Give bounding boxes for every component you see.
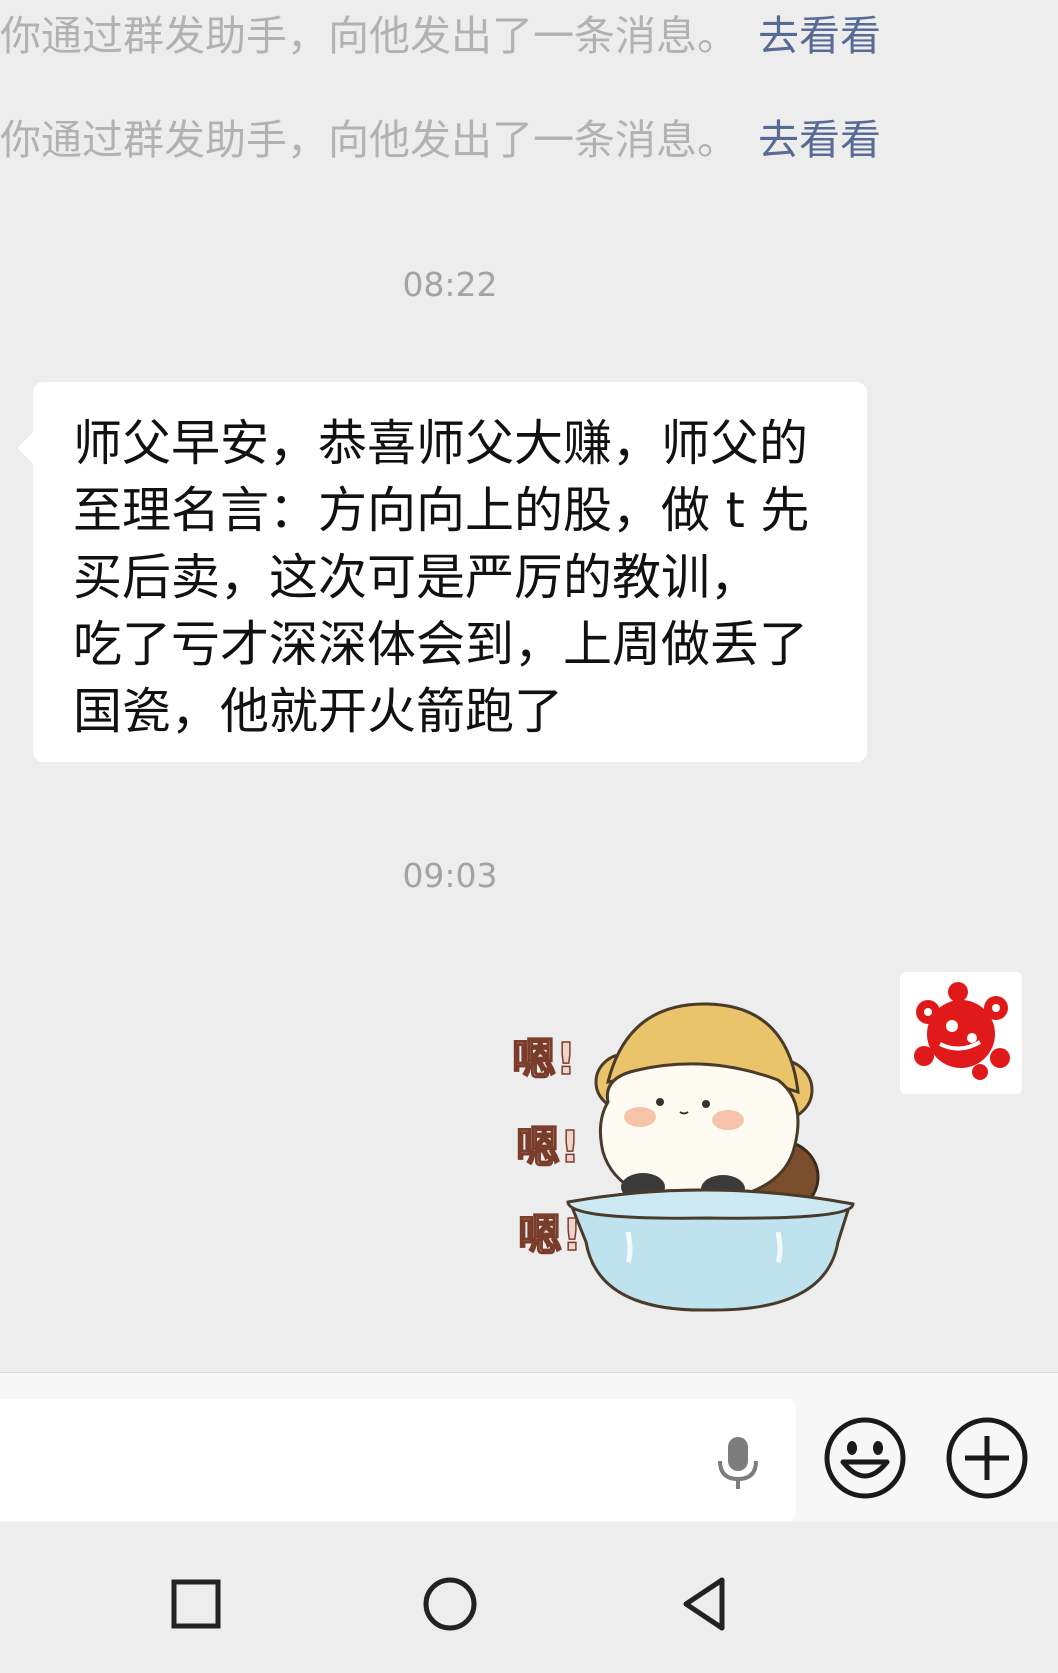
plus-icon[interactable]	[945, 1416, 1029, 1500]
message-line: 买后卖，这次可是严厉的教训，	[73, 549, 760, 606]
message-line: 至理名言：方向向上的股，做 t 先	[73, 482, 810, 539]
incoming-message-bubble[interactable]: 师父早安，恭喜师父大赚，师父的 至理名言：方向向上的股，做 t 先 买后卖，这次…	[17, 382, 867, 762]
message-input[interactable]	[0, 1399, 796, 1521]
bear-in-tub-sticker-icon: 嗯! 嗯! 嗯!	[511, 1002, 855, 1312]
message-line: 师父早安，恭喜师父大赚，师父的	[73, 415, 809, 472]
view-link[interactable]: 去看看	[758, 116, 881, 164]
input-bar	[0, 1372, 1058, 1523]
sticker-message[interactable]: 嗯! 嗯! 嗯!	[508, 992, 858, 1322]
message-timestamp: 08:22	[402, 265, 498, 304]
system-nav-bar	[0, 1522, 1058, 1673]
message-line: 吃了亏才深深体会到，上周做丢了	[73, 616, 809, 673]
sticker-text: 嗯!	[516, 1122, 580, 1173]
system-message: 你通过群发助手，向他发出了一条消息。 去看看	[0, 12, 881, 60]
home-circle-icon[interactable]	[420, 1574, 480, 1634]
mic-icon[interactable]	[710, 1433, 766, 1493]
system-message-text: 你通过群发助手，向他发出了一条消息。	[0, 12, 738, 60]
emoji-icon[interactable]	[823, 1416, 907, 1500]
system-message: 你通过群发助手，向他发出了一条消息。 去看看	[0, 116, 881, 164]
papercut-avatar-icon	[900, 972, 1022, 1094]
avatar[interactable]	[900, 972, 1022, 1094]
sticker-text: 嗯!	[512, 1034, 576, 1085]
recents-square-icon[interactable]	[166, 1574, 226, 1634]
system-message-text: 你通过群发助手，向他发出了一条消息。	[0, 116, 738, 164]
message-timestamp: 09:03	[402, 856, 498, 895]
message-line: 国瓷，他就开火箭跑了	[73, 683, 564, 740]
view-link[interactable]: 去看看	[758, 12, 881, 60]
sticker-text: 嗯!	[518, 1210, 582, 1261]
back-triangle-icon[interactable]	[674, 1574, 734, 1634]
